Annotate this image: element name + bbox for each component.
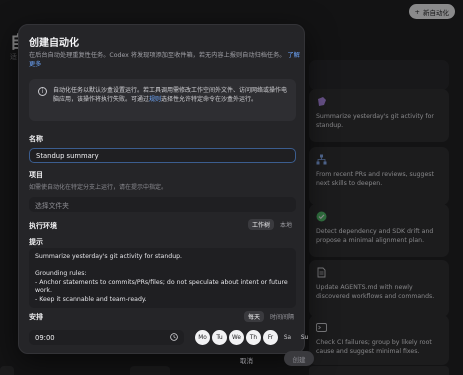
- weekday-selector: Mo Tu We Th Fr Sa Su: [195, 330, 312, 345]
- prompt-textarea[interactable]: Summarize yesterday's git activity for s…: [29, 248, 296, 308]
- create-button[interactable]: 创建: [284, 351, 314, 366]
- day-toggle-fr[interactable]: Fr: [263, 330, 278, 345]
- create-automation-dialog: 创建自动化 在后台自动处理重复性任务。Codex 将发现项添加至收件箱，若无内容…: [18, 24, 314, 366]
- day-toggle-tu[interactable]: Tu: [212, 330, 227, 345]
- time-input[interactable]: 09:00: [29, 330, 184, 345]
- sandbox-info-box: i 自动化任务以默认沙盒设置运行。若工具调用需修改工作空间外文件、访问网络或操作…: [29, 79, 296, 121]
- rules-link[interactable]: 规则: [149, 96, 161, 103]
- env-option-local[interactable]: 本地: [276, 219, 296, 230]
- environment-toggle: 工作树 本地: [248, 219, 296, 230]
- day-toggle-th[interactable]: Th: [246, 330, 261, 345]
- day-toggle-sa[interactable]: Sa: [280, 330, 295, 345]
- schedule-toggle: 每天 时间间隔: [244, 311, 298, 322]
- dialog-title: 创建自动化: [29, 38, 79, 49]
- schedule-label: 安排: [29, 313, 43, 321]
- info-icon: i: [38, 87, 47, 96]
- info-text-end: 选择性允许特定命令在沙盒外运行。: [161, 96, 258, 103]
- project-hint: 如需使自动化在特定分支上运行，请在提示中指定。: [29, 184, 168, 191]
- name-input[interactable]: Standup summary: [29, 148, 296, 163]
- day-toggle-we[interactable]: We: [229, 330, 244, 345]
- time-value: 09:00: [35, 333, 55, 342]
- env-option-worktree[interactable]: 工作树: [248, 219, 275, 230]
- cancel-button[interactable]: 取消: [240, 355, 253, 365]
- dialog-description-text: 在后台自动处理重复性任务。Codex 将发现项添加至收件箱，若无内容上报则自动归…: [29, 52, 286, 59]
- schedule-option-interval[interactable]: 时间间隔: [266, 311, 298, 322]
- clock-icon: [170, 332, 178, 343]
- folder-select[interactable]: 选择文件夹: [29, 197, 296, 212]
- day-toggle-su[interactable]: Su: [297, 330, 312, 345]
- name-label: 名称: [29, 135, 43, 143]
- schedule-option-daily[interactable]: 每天: [244, 311, 265, 322]
- environment-label: 执行环境: [29, 222, 57, 230]
- dialog-description: 在后台自动处理重复性任务。Codex 将发现项添加至收件箱，若无内容上报则自动归…: [29, 51, 301, 69]
- day-toggle-mo[interactable]: Mo: [195, 330, 210, 345]
- project-label: 项目: [29, 171, 43, 179]
- prompt-label: 提示: [29, 238, 43, 246]
